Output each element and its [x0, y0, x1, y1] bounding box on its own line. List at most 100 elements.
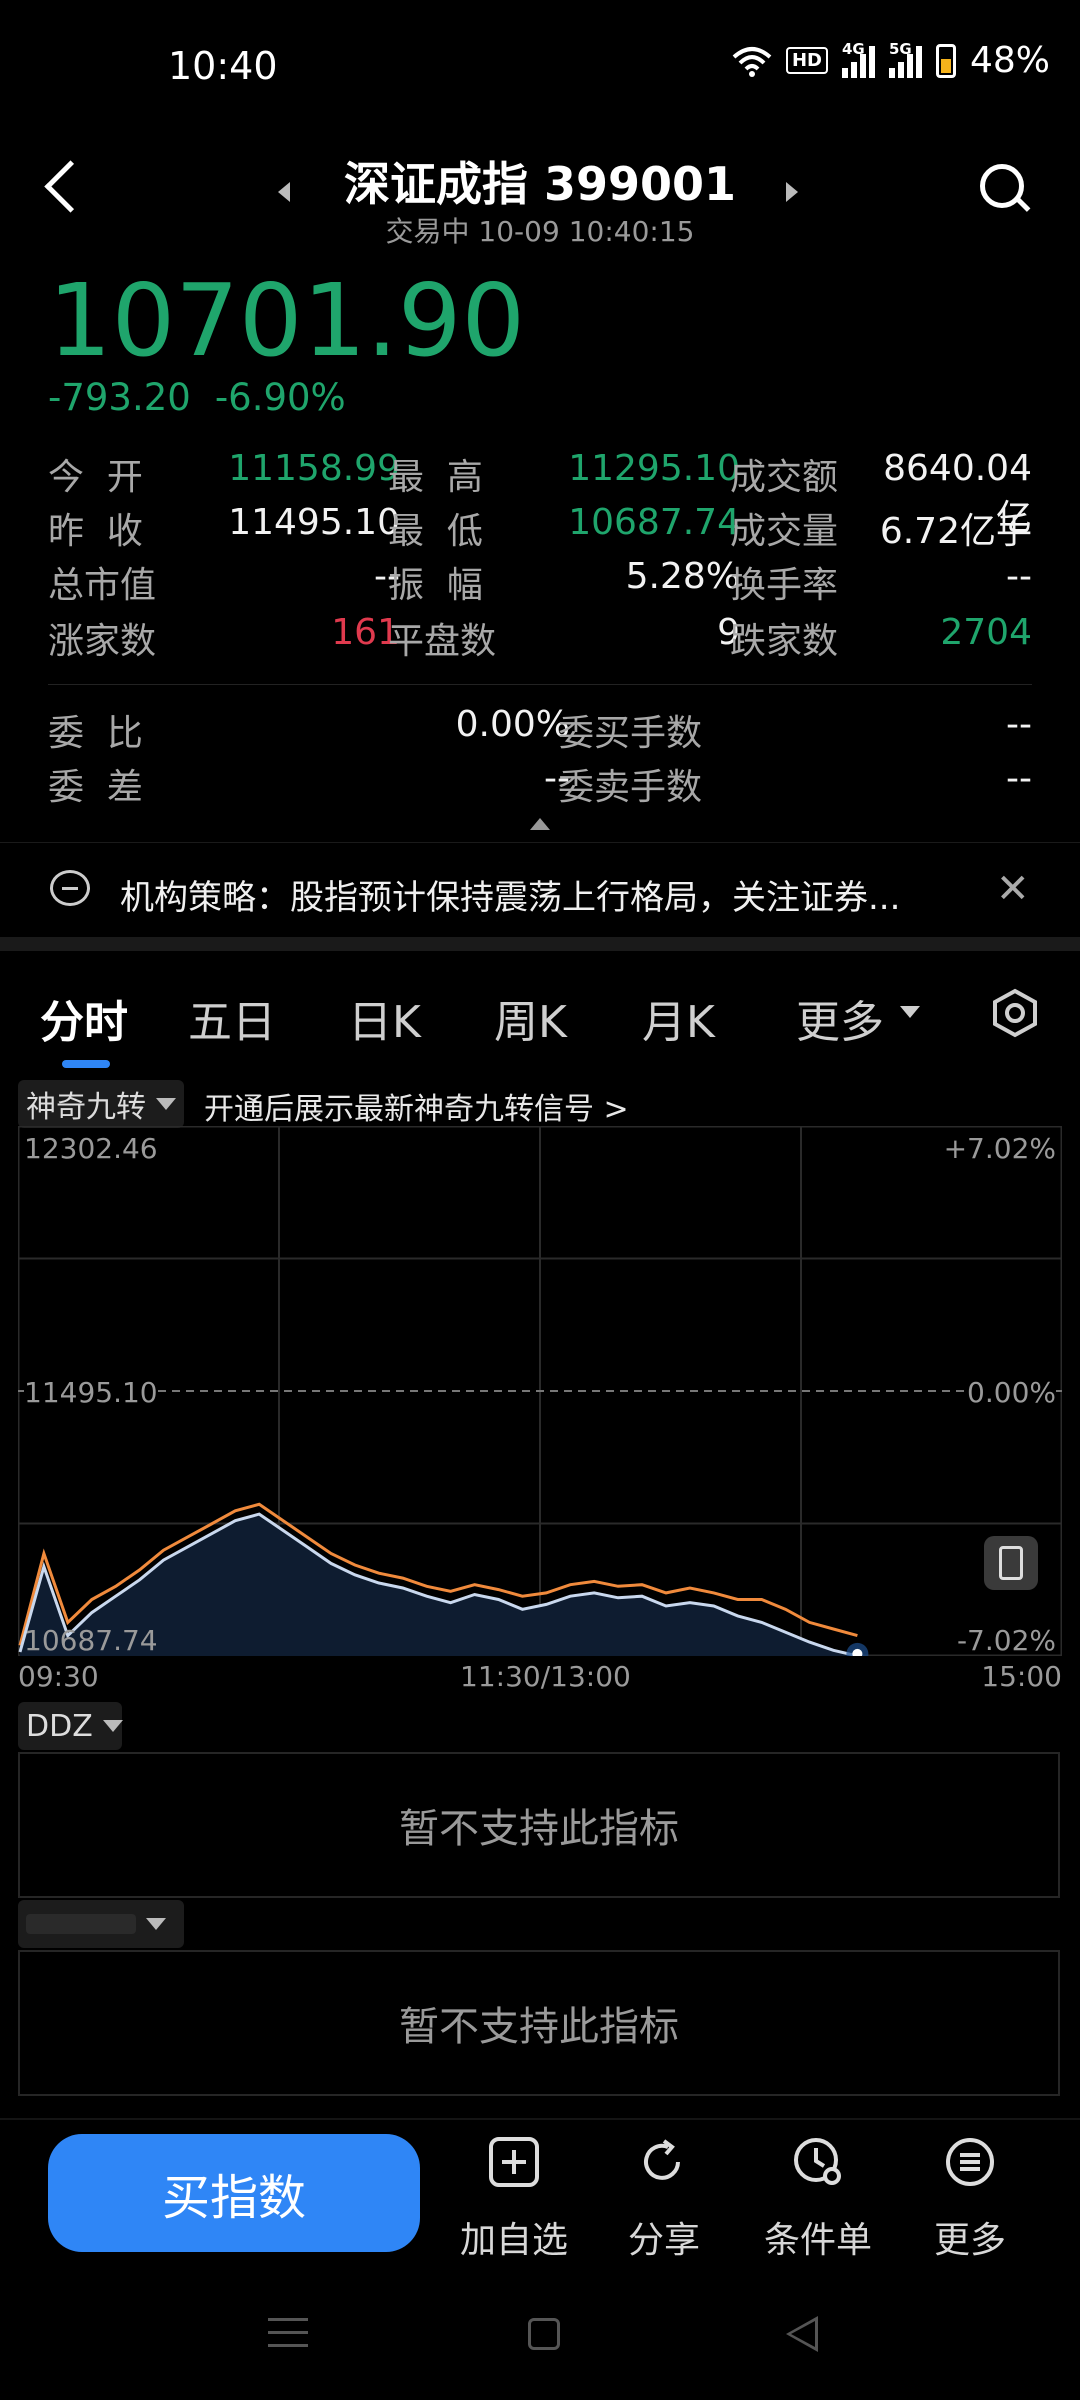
news-text[interactable]: 机构策略：股指预计保持震荡上行格局，关注证券...	[120, 870, 950, 919]
up-count-value: 161	[331, 612, 400, 653]
secondary-indicator-select[interactable]	[18, 1900, 184, 1948]
y-tick-left-top: 12302.46	[24, 1132, 158, 1165]
share-icon	[644, 2139, 680, 2180]
price-change: -793.20 -6.90%	[48, 376, 346, 419]
chevron-down-icon	[156, 1098, 176, 1110]
ddz-select-label: DDZ	[26, 1708, 93, 1744]
indicator-hint-link[interactable]: 开通后展示最新神奇九转信号 >	[204, 1084, 629, 1128]
wei-bi-label: 委 比	[48, 713, 143, 754]
page-title: 深证成指 399001	[343, 157, 737, 211]
menu-icon	[946, 2138, 994, 2186]
prev-close-value: 11495.10	[228, 502, 400, 543]
nav-back-icon[interactable]	[786, 2316, 818, 2352]
wei-sell-label: 委卖手数	[558, 767, 703, 808]
y-tick-right-top: +7.02%	[943, 1132, 1056, 1165]
tab-weekly-k[interactable]: 周K	[494, 986, 567, 1050]
signal-5g-icon: 5G	[888, 40, 922, 78]
indicator-select[interactable]: 神奇九转	[18, 1080, 184, 1128]
rotate-screen-icon[interactable]	[984, 1536, 1038, 1590]
x-tick-end: 15:00	[981, 1660, 1062, 1693]
blurred-label	[26, 1914, 136, 1934]
y-tick-right-bottom: -7.02%	[956, 1624, 1056, 1657]
network-5g-label: 5G	[888, 39, 912, 58]
share-button[interactable]: 分享	[594, 2136, 734, 2263]
battery-percent: 48%	[969, 40, 1050, 81]
tab-more[interactable]: 更多	[796, 986, 884, 1050]
tab-daily-k[interactable]: 日K	[348, 986, 421, 1050]
mktcap-value: --	[374, 556, 400, 597]
change-percent: -6.90%	[214, 376, 346, 419]
current-price: 10701.90	[48, 262, 526, 379]
rotate-screen-icon-shape	[999, 1546, 1023, 1580]
flat-count-label: 平盘数	[388, 621, 497, 662]
wei-cha-label: 委 差	[48, 767, 143, 808]
share-label: 分享	[627, 2220, 700, 2261]
chevron-down-icon	[102, 1720, 123, 1732]
x-tick-start: 09:30	[18, 1660, 99, 1693]
open-label: 今 开	[48, 457, 143, 498]
intraday-chart[interactable]: 12302.46 11495.10 10687.74 +7.02% 0.00% …	[17, 1125, 1063, 1665]
low-value: 10687.74	[568, 502, 740, 543]
add-watchlist-button[interactable]: 加自选	[444, 2136, 584, 2263]
stats-row: 涨家数 161 平盘数 9 跌家数 2704	[48, 612, 1032, 666]
wifi-icon	[732, 46, 772, 77]
turnover-label: 换手率	[730, 565, 839, 606]
ddz-panel: 暂不支持此指标	[18, 1752, 1060, 1898]
low-label: 最 低	[388, 511, 483, 552]
stats-row: 今 开 11158.99 最 高 11295.10 成交额 8640.04亿	[48, 448, 1032, 539]
x-tick-mid: 11:30/13:00	[460, 1660, 631, 1693]
y-tick-left-bottom: 10687.74	[24, 1624, 158, 1657]
down-count-label: 跌家数	[730, 621, 839, 662]
add-icon	[489, 2137, 539, 2187]
battery-icon	[935, 43, 956, 78]
more-actions-label: 更多	[933, 2220, 1006, 2261]
status-icons: HD 4G 5G 48%	[732, 40, 1050, 81]
chevron-down-icon[interactable]	[900, 1006, 920, 1018]
prev-close-label: 昨 收	[48, 511, 143, 552]
secondary-message: 暂不支持此指标	[399, 2004, 679, 2050]
status-time: 10:40	[168, 44, 278, 88]
more-actions-button[interactable]: 更多	[900, 2136, 1040, 2263]
y-tick-left-mid: 11495.10	[24, 1376, 158, 1409]
ddz-message: 暂不支持此指标	[399, 1806, 679, 1852]
network-4g-label: 4G	[841, 39, 865, 58]
condition-order-label: 条件单	[763, 2220, 872, 2261]
order-row: 委 差 -- 委卖手数 --	[48, 758, 1032, 812]
flat-count-value: 9	[717, 612, 740, 653]
chevron-down-icon	[146, 1918, 166, 1930]
expand-icon[interactable]	[530, 818, 550, 830]
mktcap-label: 总市值	[48, 565, 157, 606]
stats-row: 昨 收 11495.10 最 低 10687.74 成交量 6.72亿手	[48, 502, 1032, 556]
settings-icon[interactable]	[990, 988, 1040, 1038]
open-value: 11158.99	[228, 448, 400, 489]
wei-cha-value: --	[544, 758, 570, 799]
add-watchlist-label: 加自选	[459, 2220, 568, 2261]
trading-status: 交易中 10-09 10:40:15	[385, 215, 695, 248]
hd-icon: HD	[785, 47, 828, 74]
tab-monthly-k[interactable]: 月K	[642, 986, 715, 1050]
volume-value: 6.72亿手	[879, 511, 1032, 552]
wei-bi-value: 0.00%	[455, 704, 570, 745]
chart-svg	[17, 1125, 1063, 1665]
nav-home-icon[interactable]	[528, 2318, 560, 2350]
close-icon[interactable]: ✕	[996, 866, 1030, 912]
volume-label: 成交量	[730, 511, 839, 552]
buy-index-button[interactable]: 买指数	[48, 2134, 420, 2252]
down-count-value: 2704	[940, 612, 1032, 653]
up-count-label: 涨家数	[48, 621, 157, 662]
search-icon[interactable]	[980, 164, 1024, 208]
ddz-select[interactable]: DDZ	[18, 1702, 123, 1750]
condition-order-button[interactable]: 条件单	[748, 2136, 888, 2263]
nav-recents-icon[interactable]	[268, 2318, 308, 2357]
signal-4g-icon: 4G	[841, 40, 875, 78]
stats-row: 总市值 -- 振 幅 5.28% 换手率 --	[48, 556, 1032, 610]
amount-label: 成交额	[730, 457, 839, 498]
secondary-panel: 暂不支持此指标	[18, 1950, 1060, 2096]
wei-buy-label: 委买手数	[558, 713, 703, 754]
order-row: 委 比 0.00% 委买手数 --	[48, 704, 1032, 758]
change-value: -793.20	[48, 376, 191, 419]
next-stock-icon[interactable]	[786, 182, 798, 202]
tab-intraday[interactable]: 分时	[40, 986, 128, 1050]
clock-icon	[794, 2138, 841, 2185]
tab-five-day[interactable]: 五日	[188, 986, 276, 1050]
